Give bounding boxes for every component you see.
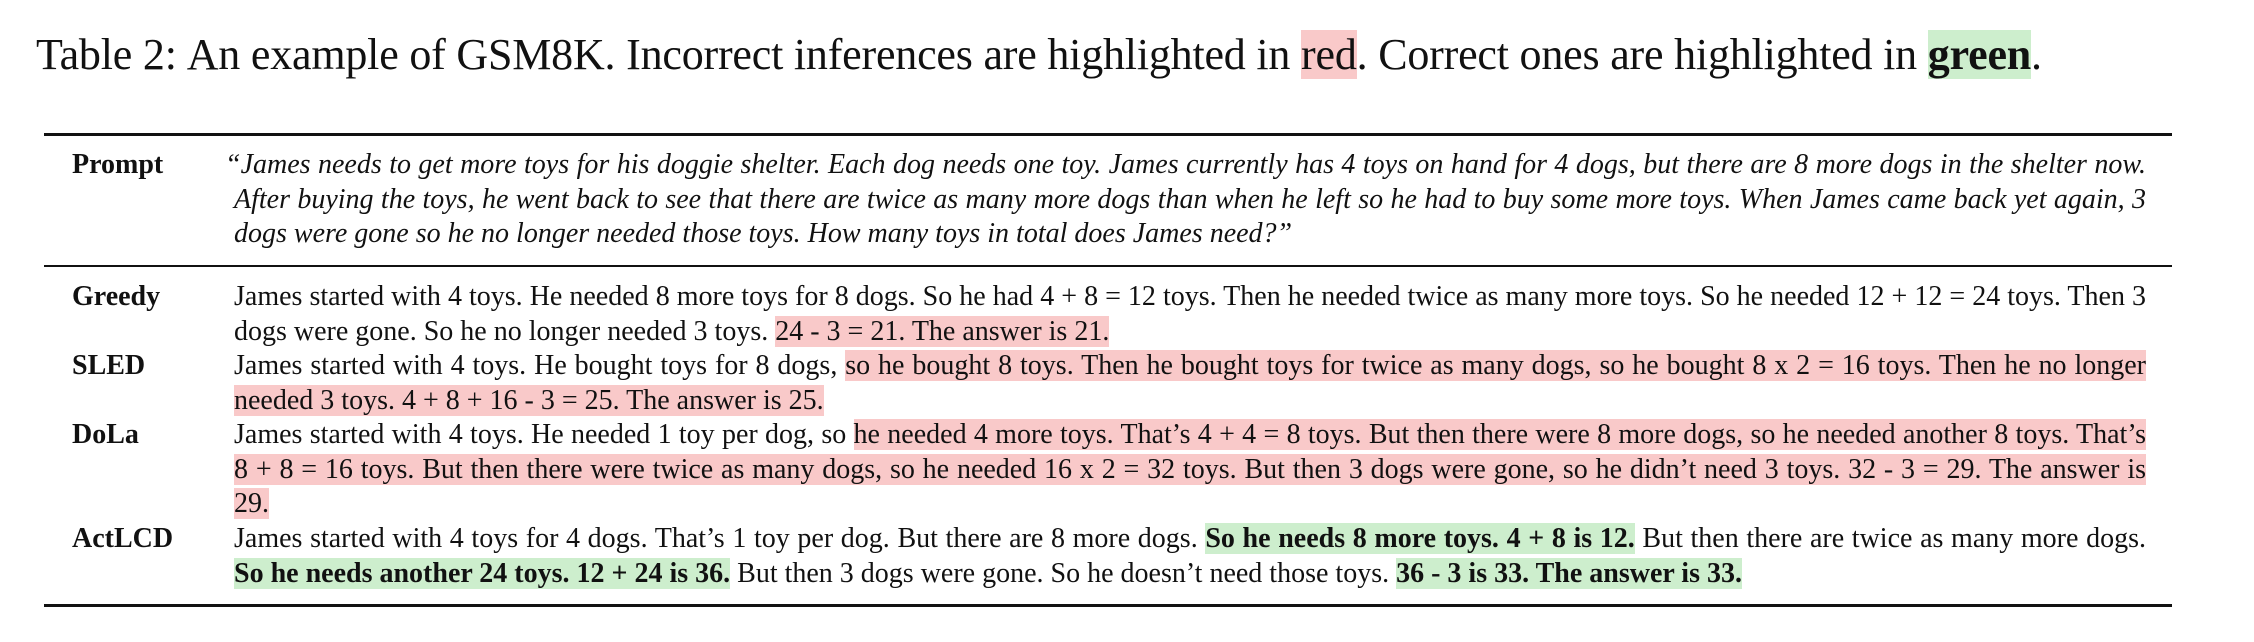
method-label: SLED [72,350,146,381]
correct-inference: So he needs another 24 toys. 12 + 24 is … [234,557,731,589]
output-text: James started with 4 toys. He bought toy… [234,350,846,381]
correct-inference: 36 - 3 is 33. The answer is 33. [1396,557,1742,589]
caption-green-word: green [1927,30,2032,79]
caption-text-after: . [2031,30,2042,79]
output-text: But then 3 dogs were gone. So he doesn’t… [730,557,1397,589]
caption-label: Table 2: [36,30,177,79]
method-output: James started with 4 toys for 4 dogs. Th… [234,522,2146,591]
output-text: But then there are twice as many more do… [1634,523,2146,554]
table-caption: Table 2: An example of GSM8K. Incorrect i… [36,22,2236,88]
incorrect-inference: 24 - 3 = 21. The answer is 21. [775,315,1110,347]
table-top-rule [44,133,2172,136]
method-output: James started with 4 toys. He bought toy… [234,349,2147,418]
correct-inference: So he needs 8 more toys. 4 + 8 is 12. [1205,523,1635,554]
output-text: James started with 4 toys for 4 dogs. Th… [234,523,1206,554]
method-output: James started with 4 toys. He needed 1 t… [234,418,2146,522]
prompt-label: Prompt [72,149,164,180]
output-text: James started with 4 toys. He needed 8 m… [234,281,2146,347]
caption-red-word: red [1301,30,1357,79]
method-label: Greedy [72,281,161,312]
table-mid-rule [44,265,2172,267]
caption-text-before: An example of GSM8K. Incorrect inference… [186,30,1302,79]
caption-text-middle: . Correct ones are highlighted in [1356,30,1928,79]
method-label: ActLCD [72,523,174,554]
output-text: James started with 4 toys. He needed 1 t… [234,419,854,450]
prompt-text: “James needs to get more toys for his do… [225,149,2146,249]
method-label: DoLa [72,419,139,450]
method-output: James started with 4 toys. He needed 8 m… [234,280,2146,349]
table-bottom-rule [44,604,2172,607]
